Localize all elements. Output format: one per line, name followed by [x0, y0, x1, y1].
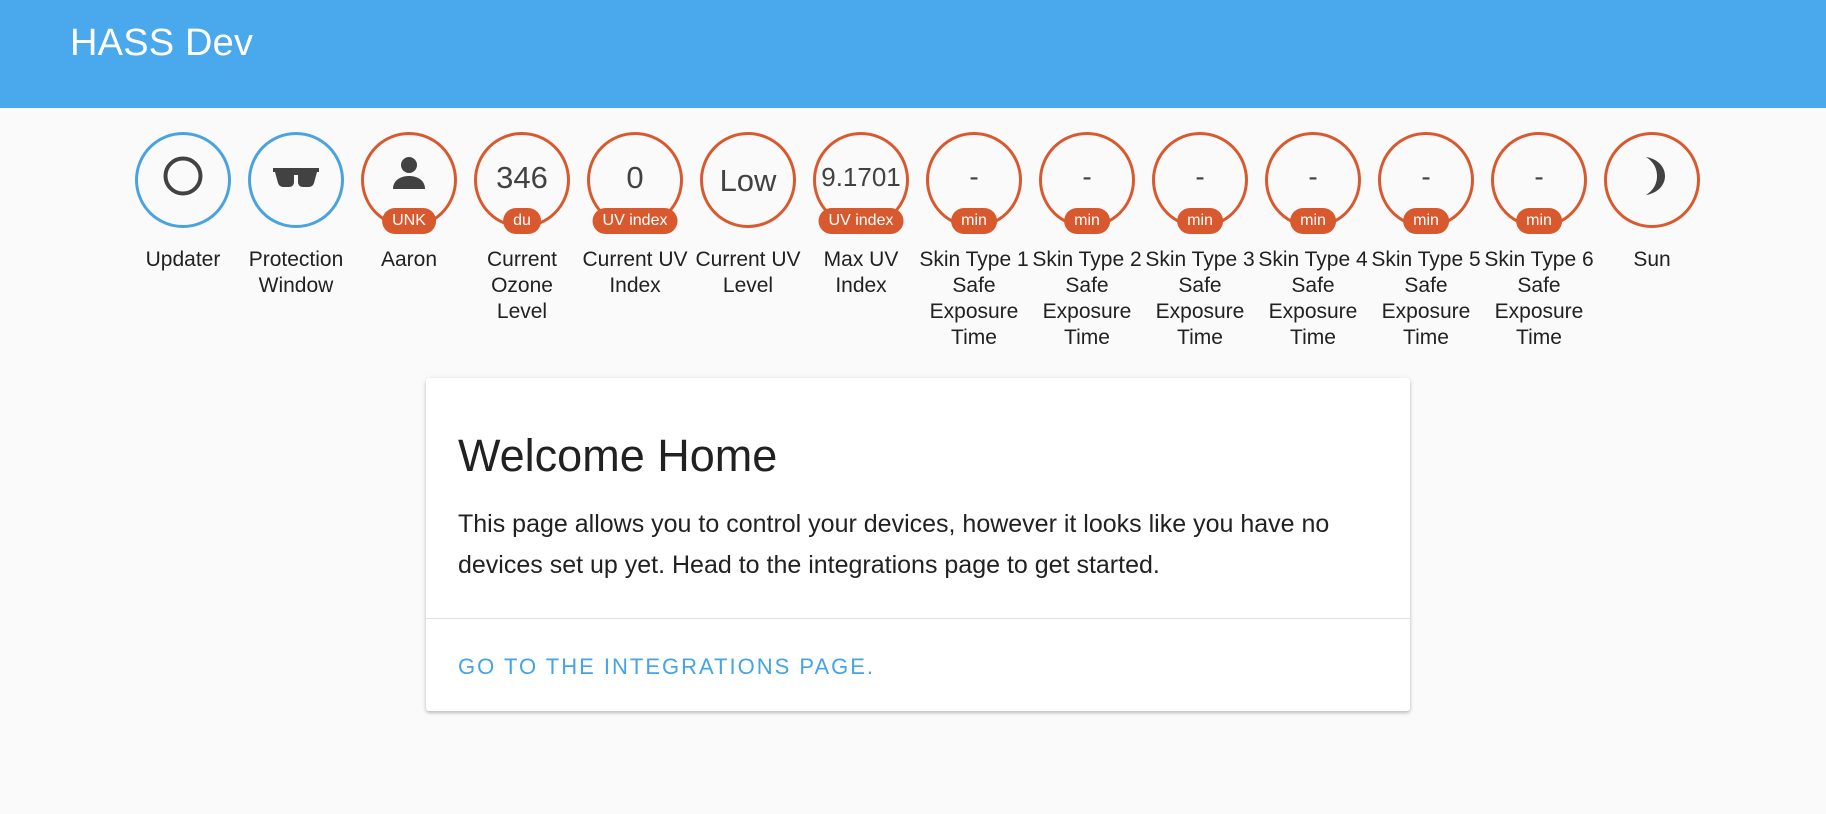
- badge-sun[interactable]: Sun: [1596, 132, 1709, 273]
- badge-label: Current UV Index: [582, 248, 688, 297]
- badge-unit: min: [1403, 208, 1449, 234]
- badge-label: Skin Type 4 Safe Exposure Time: [1258, 248, 1368, 349]
- badge-label: Current Ozone Level: [486, 248, 558, 323]
- sunglasses-icon: [271, 162, 321, 198]
- badge-label: Protection Window: [248, 248, 344, 297]
- badge-skin-type-2[interactable]: - min Skin Type 2 Safe Exposure Time: [1031, 132, 1144, 351]
- badge-updater[interactable]: Updater: [127, 132, 240, 273]
- badge-unit: min: [1064, 208, 1110, 234]
- circle-outline-icon: [162, 155, 204, 205]
- badge-ring: 9.1701 UV index: [813, 132, 909, 234]
- badge-ring: - min: [926, 132, 1022, 234]
- badge-label: Skin Type 1 Safe Exposure Time: [919, 248, 1029, 349]
- badge-value: 0: [626, 159, 644, 195]
- badge-unit: UNK: [382, 208, 436, 234]
- badge-label: Skin Type 3 Safe Exposure Time: [1145, 248, 1255, 349]
- go-to-integrations-link[interactable]: GO TO THE INTEGRATIONS PAGE.: [458, 654, 875, 680]
- badge-skin-type-6[interactable]: - min Skin Type 6 Safe Exposure Time: [1483, 132, 1596, 351]
- badge-aaron[interactable]: UNK Aaron: [353, 132, 466, 273]
- badge-label: Max UV Index: [823, 248, 899, 297]
- badge-value: Low: [719, 162, 777, 198]
- badge-label: Skin Type 6 Safe Exposure Time: [1484, 248, 1594, 349]
- badge-label: Skin Type 2 Safe Exposure Time: [1032, 248, 1142, 349]
- card-divider: [426, 618, 1410, 619]
- badge-value: -: [1421, 161, 1431, 192]
- badge-unit: du: [503, 208, 541, 234]
- account-icon: [391, 155, 427, 199]
- badge-ring: 346 du: [474, 132, 570, 234]
- badge-ring: [248, 132, 344, 228]
- badge-value: -: [1308, 161, 1318, 192]
- badge-ring: - min: [1491, 132, 1587, 234]
- badge-unit: UV index: [592, 208, 678, 234]
- badge-unit: min: [1290, 208, 1336, 234]
- badge-ring: 0 UV index: [587, 132, 683, 234]
- badge-label: Current UV Level: [695, 248, 801, 297]
- badge-unit: UV index: [818, 208, 904, 234]
- badge-value: 9.1701: [821, 162, 901, 192]
- badge-current-uv-index[interactable]: 0 UV index Current UV Index: [579, 132, 692, 299]
- badge-skin-type-5[interactable]: - min Skin Type 5 Safe Exposure Time: [1370, 132, 1483, 351]
- badge-value: -: [1082, 161, 1092, 192]
- badge-unit: min: [1177, 208, 1223, 234]
- badge-label: Updater: [145, 248, 221, 271]
- badge-protection-window[interactable]: Protection Window: [240, 132, 353, 299]
- badge-ring: UNK: [361, 132, 457, 234]
- badge-ring: - min: [1152, 132, 1248, 234]
- badge-ring: [1604, 132, 1700, 228]
- badge-unit: min: [951, 208, 997, 234]
- badge-skin-type-4[interactable]: - min Skin Type 4 Safe Exposure Time: [1257, 132, 1370, 351]
- moon-icon: [1632, 154, 1672, 206]
- badge-label: Aaron: [380, 248, 438, 271]
- badge-ring: - min: [1378, 132, 1474, 234]
- badge-unit: min: [1516, 208, 1562, 234]
- badge-value: 346: [496, 159, 548, 195]
- badge-ring: Low: [700, 132, 796, 228]
- badge-skin-type-1[interactable]: - min Skin Type 1 Safe Exposure Time: [918, 132, 1031, 351]
- badge-ring: - min: [1039, 132, 1135, 234]
- welcome-card: Welcome Home This page allows you to con…: [426, 378, 1410, 711]
- badge-value: -: [1195, 161, 1205, 192]
- app-header: HASS Dev: [0, 0, 1826, 108]
- app-title: HASS Dev: [70, 22, 254, 64]
- badge-current-ozone-level[interactable]: 346 du Current Ozone Level: [466, 132, 579, 325]
- badge-skin-type-3[interactable]: - min Skin Type 3 Safe Exposure Time: [1144, 132, 1257, 351]
- badge-current-uv-level[interactable]: Low Current UV Level: [692, 132, 805, 299]
- card-title: Welcome Home: [458, 430, 778, 481]
- badge-max-uv-index[interactable]: 9.1701 UV index Max UV Index: [805, 132, 918, 299]
- card-body: This page allows you to control your dev…: [458, 510, 1330, 579]
- badge-label: Skin Type 5 Safe Exposure Time: [1371, 248, 1481, 349]
- badge-value: -: [969, 161, 979, 192]
- badge-label: Sun: [1633, 248, 1671, 271]
- badge-ring: [135, 132, 231, 228]
- badge-ring: - min: [1265, 132, 1361, 234]
- badge-value: -: [1534, 161, 1544, 192]
